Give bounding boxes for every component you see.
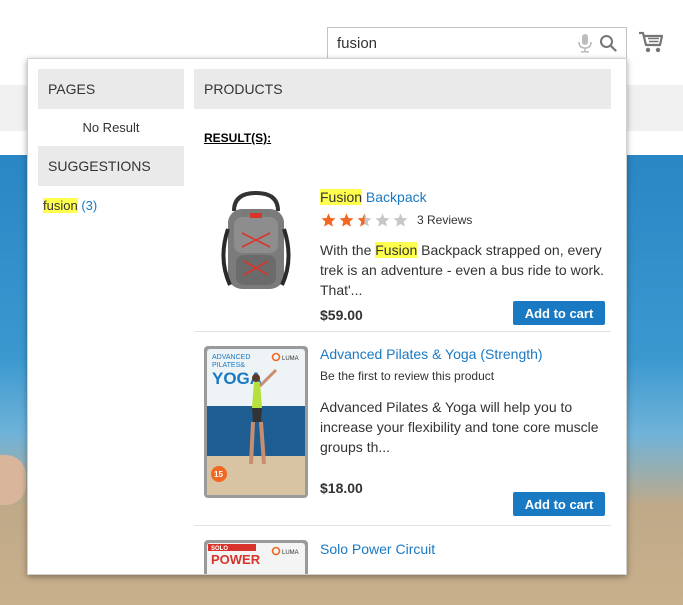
suggestion-count: (3)	[81, 198, 98, 213]
pages-no-result: No Result	[82, 120, 140, 135]
product-description: With the Fusion Backpack strapped on, ev…	[320, 240, 610, 300]
star-half-icon	[357, 213, 372, 227]
add-to-cart-button[interactable]: Add to cart	[513, 301, 605, 325]
product-rating: 3 Reviews	[320, 212, 610, 228]
add-to-cart-button[interactable]: Add to cart	[513, 492, 605, 516]
suggestion-item[interactable]: fusion (3)	[38, 186, 184, 213]
cart-icon[interactable]	[638, 30, 664, 54]
product-name[interactable]: Advanced Pilates & Yoga (Strength)	[320, 346, 610, 362]
star-empty-icon	[375, 213, 390, 227]
rating-stars	[320, 212, 409, 228]
product-price: $18.00	[320, 480, 363, 496]
search-box	[327, 27, 627, 59]
product-name-rest: Backpack	[362, 189, 427, 205]
review-count[interactable]: 3 Reviews	[417, 213, 472, 227]
product-info: Fusion Backpack 3 Reviews With the Fusio…	[320, 189, 610, 300]
cover-badge: 15	[214, 470, 223, 479]
suggestion-term: fusion	[43, 198, 78, 213]
description-text: With the	[320, 242, 376, 258]
cover-line2: POWER	[211, 552, 261, 567]
search-icon[interactable]	[599, 34, 617, 52]
pages-header: PAGES	[38, 69, 184, 109]
product-name-highlight: Fusion	[320, 189, 363, 205]
cover-brand: LUMA	[282, 550, 299, 556]
product-item: SOLO POWER LUMA Solo Power Circuit	[194, 526, 611, 575]
cover-line1: ADVANCED	[212, 354, 250, 361]
right-column: PRODUCTS RESULT(S): Fusion Backpack 3 Re…	[194, 69, 611, 574]
results-label: RESULT(S):	[204, 131, 272, 145]
search-autocomplete-popup: PAGES No Result SUGGESTIONS fusion (3) P…	[27, 58, 627, 575]
star-empty-icon	[393, 213, 408, 227]
star-full-icon	[339, 213, 354, 227]
product-name[interactable]: Fusion Backpack	[320, 189, 610, 205]
product-item: ADVANCED PILATES& YOGA LUMA 15 Advanced …	[194, 332, 611, 525]
product-item: Fusion Backpack 3 Reviews With the Fusio…	[194, 173, 611, 331]
suggestions-header: SUGGESTIONS	[38, 146, 184, 186]
product-name[interactable]: Solo Power Circuit	[320, 541, 610, 557]
cover-brand: LUMA	[282, 356, 299, 362]
search-input[interactable]	[328, 28, 568, 58]
microphone-icon[interactable]	[577, 33, 593, 53]
product-image-yoga-dvd[interactable]: ADVANCED PILATES& YOGA LUMA 15	[204, 346, 308, 498]
star-full-icon	[321, 213, 336, 227]
product-description: Advanced Pilates & Yoga will help you to…	[320, 399, 599, 455]
product-image-solo-power[interactable]: SOLO POWER LUMA	[204, 540, 308, 575]
left-column: PAGES No Result SUGGESTIONS fusion (3)	[38, 69, 184, 213]
product-info: Solo Power Circuit	[320, 541, 610, 557]
product-image-backpack[interactable]	[204, 189, 308, 295]
products-header: PRODUCTS	[194, 69, 611, 109]
product-price: $59.00	[320, 307, 363, 323]
description-highlight: Fusion	[375, 242, 418, 258]
cover-line2: PILATES&	[212, 362, 245, 369]
product-info: Advanced Pilates & Yoga (Strength) Be th…	[320, 346, 610, 457]
review-prompt[interactable]: Be the first to review this product	[320, 369, 610, 385]
